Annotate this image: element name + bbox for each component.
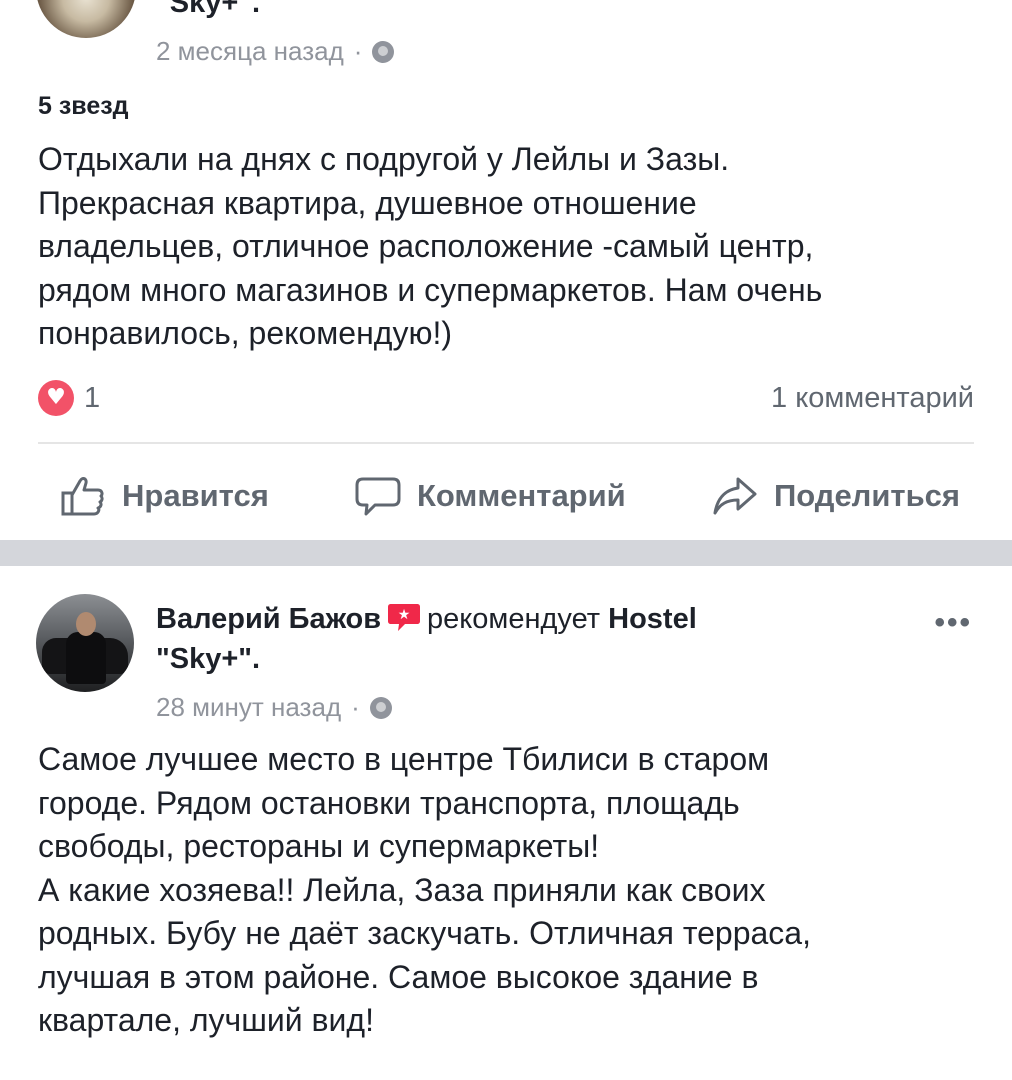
page-name[interactable]: "Sky+". (156, 0, 260, 19)
post-header-name-cont: "Sky+". (156, 640, 260, 678)
recommends-text: рекомендует (427, 603, 601, 635)
feed-separator (0, 540, 1012, 566)
love-reaction-icon (38, 380, 74, 416)
recommend-badge-icon: ★ (387, 602, 421, 632)
post-header-name: Валерий Бажов ★ рекомендует Hostel (156, 600, 916, 638)
meta-separator: · (353, 36, 363, 66)
like-button[interactable]: Нравится (60, 475, 269, 517)
rating-label: 5 звезд (38, 92, 129, 120)
post-timestamp[interactable]: 28 минут назад (156, 692, 341, 723)
comment-button[interactable]: Комментарий (355, 475, 626, 517)
speech-bubble-icon (355, 477, 401, 516)
review-post-1: "Sky+". 2 месяца назад · 5 звезд Отдыхал… (0, 0, 1012, 540)
post-timestamp[interactable]: 2 месяца назад (156, 36, 344, 67)
page-name-cont[interactable]: "Sky+". (156, 643, 260, 675)
reaction-count: 1 (84, 381, 101, 414)
share-button[interactable]: Поделиться (712, 475, 960, 517)
comment-label: Комментарий (416, 478, 626, 513)
thumbs-up-icon (61, 477, 104, 516)
author-avatar[interactable] (36, 594, 134, 692)
globe-icon (372, 40, 395, 63)
post-meta: 2 месяца назад · (156, 36, 395, 67)
reactions-bar: 1 1 комментарий (38, 378, 974, 418)
post-meta: 28 минут назад · (156, 692, 392, 723)
review-text: Отдыхали на днях с подругой у Лейлы и За… (38, 141, 823, 351)
action-bar: Нравится Комментарий Поделиться (60, 466, 960, 526)
like-label: Нравится (122, 478, 269, 513)
comment-count-link[interactable]: 1 комментарий (771, 382, 974, 415)
share-arrow-icon (713, 477, 757, 515)
reaction-summary[interactable]: 1 (38, 380, 100, 416)
share-label: Поделиться (773, 478, 960, 513)
page-name[interactable]: Hostel (608, 603, 697, 635)
author-name[interactable]: Валерий Бажов (156, 603, 381, 635)
avatar-photo-head (76, 612, 96, 636)
meta-separator: · (351, 692, 360, 722)
author-avatar[interactable] (36, 0, 136, 38)
svg-text:★: ★ (398, 607, 411, 623)
avatar-photo-person (66, 632, 106, 684)
review-text: Самое лучшее место в центре Тбилиси в ст… (38, 741, 811, 1038)
post-header-name[interactable]: "Sky+". (156, 0, 260, 22)
globe-icon (369, 696, 392, 719)
more-options-button[interactable]: ••• (934, 606, 972, 640)
divider (38, 442, 974, 444)
review-post-2: Валерий Бажов ★ рекомендует Hostel "Sky+".… (0, 566, 1012, 1080)
